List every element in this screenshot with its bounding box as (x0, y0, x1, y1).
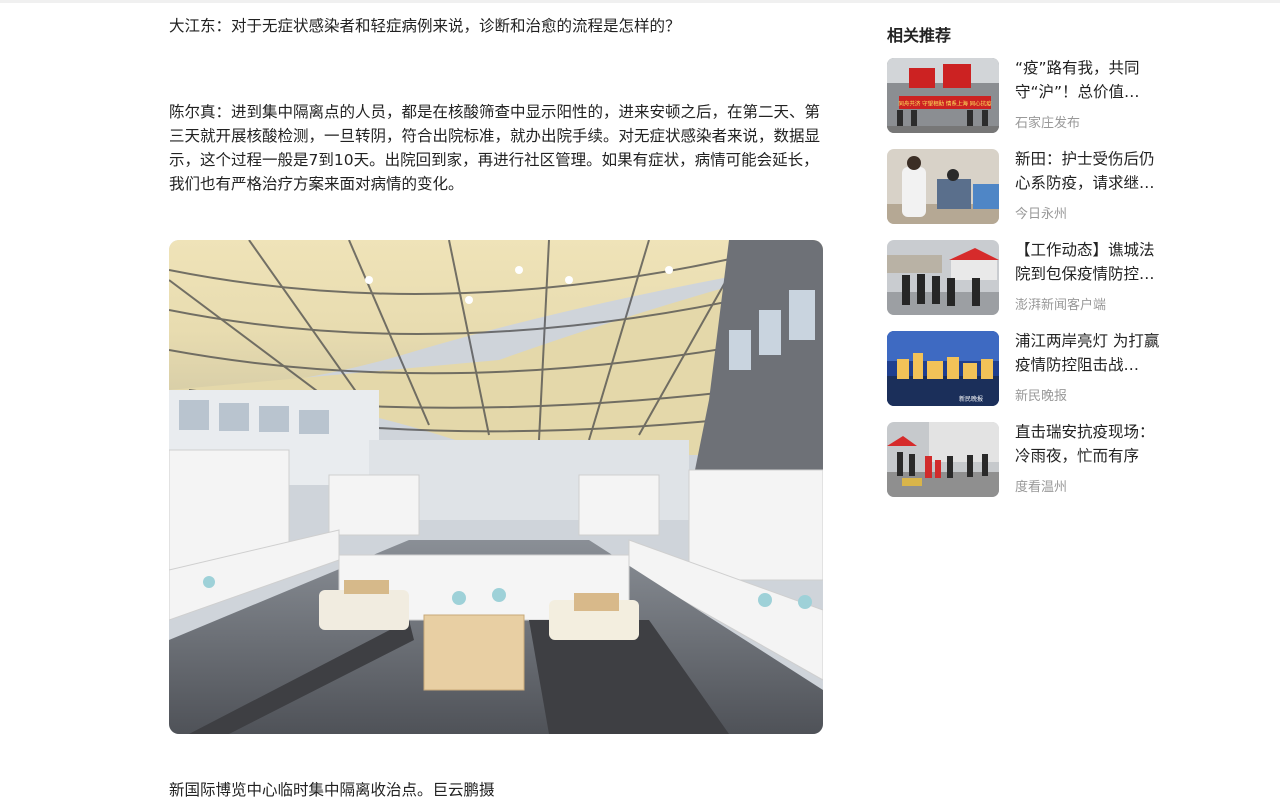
recommendation-title[interactable]: “疫”路有我，共同守“沪”！总价值… (1015, 56, 1163, 104)
recommendation-item[interactable]: 新田：护士受伤后仍心系防疫，请求继… 今日永州 (887, 149, 1177, 225)
thumbnail-image[interactable]: 新民晚报 (887, 331, 999, 406)
recommendation-item[interactable]: 同舟共济 守望相助 情系上海 同心抗疫 “疫”路有我，共同守“沪”！总价值… 石… (887, 58, 1177, 134)
recommendation-title[interactable]: 【工作动态】谯城法院到包保疫情防控… (1015, 238, 1163, 286)
recommendation-source: 度看温州 (1015, 480, 1068, 495)
recommendation-source: 今日永州 (1015, 207, 1068, 222)
recommendation-source: 澎湃新闻客户端 (1015, 298, 1107, 313)
article-photo (169, 240, 823, 734)
watermark-text: 新民晚报 (959, 395, 983, 403)
thumbnail-image[interactable] (887, 240, 999, 315)
interview-question: 大江东：对于无症状感染者和轻症病例来说，诊断和治愈的流程是怎样的？ (169, 17, 681, 35)
recommendation-title[interactable]: 直击瑞安抗疫现场：冷雨夜，忙而有序 (1015, 420, 1163, 468)
recommendation-source: 石家庄发布 (1015, 116, 1081, 131)
recommendation-source: 新民晚报 (1015, 389, 1068, 404)
recommendation-title[interactable]: 新田：护士受伤后仍心系防疫，请求继… (1015, 147, 1163, 195)
recommendation-item[interactable]: 新民晚报 浦江两岸亮灯 为打赢疫情防控阻击战… 新民晚报 (887, 331, 1177, 407)
thumbnail-image[interactable] (887, 149, 999, 224)
interview-answer: 陈尔真：进到集中隔离点的人员，都是在核酸筛查中显示阳性的，进来安顿之后，在第二天… (169, 103, 821, 193)
recommendation-item[interactable]: 直击瑞安抗疫现场：冷雨夜，忙而有序 度看温州 (887, 422, 1177, 498)
thumbnail-image[interactable]: 同舟共济 守望相助 情系上海 同心抗疫 (887, 58, 999, 133)
banner-text: 同舟共济 守望相助 情系上海 同心抗疫 (898, 100, 992, 108)
section-title: 相关推荐 (887, 26, 952, 45)
thumbnail-image[interactable] (887, 422, 999, 497)
recommendation-item[interactable]: 【工作动态】谯城法院到包保疫情防控… 澎湃新闻客户端 (887, 240, 1177, 316)
recommendation-title[interactable]: 浦江两岸亮灯 为打赢疫情防控阻击战… (1015, 329, 1163, 377)
photo-caption: 新国际博览中心临时集中隔离收治点。巨云鹏摄 (169, 781, 495, 799)
top-divider (0, 0, 1280, 3)
